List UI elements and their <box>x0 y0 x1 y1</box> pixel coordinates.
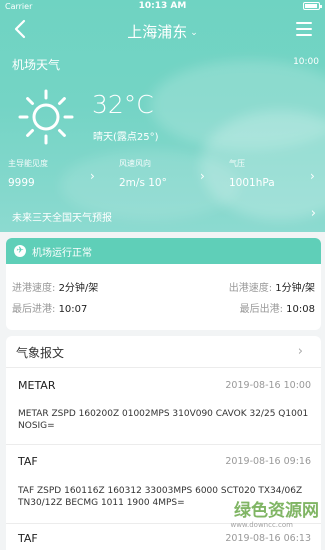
forecast-link[interactable]: 未来三天全国天气预报 <box>12 209 112 224</box>
divider <box>6 367 321 368</box>
battery-icon <box>303 2 322 10</box>
sun-icon <box>18 89 74 145</box>
weather-condition: 晴天(露点25°) <box>93 132 159 143</box>
operations-status: 机场运行正常 <box>32 247 92 259</box>
city-name: 上海浦东 <box>127 23 188 41</box>
metric-value: 2m/s 10° <box>119 177 167 189</box>
nav-bar: 上海浦东 ⌄ <box>0 12 325 48</box>
weather-hero: Carrier 10:13 AM 上海浦东 ⌄ 机场天气 10:00 32°C 晴… <box>0 0 325 232</box>
divider <box>6 444 321 445</box>
arrival-speed-label: 进港速度: <box>12 283 56 294</box>
temperature: 32°C <box>92 90 154 119</box>
arrival-speed-value: 2分钟/架 <box>58 283 99 294</box>
metric-label: 气压 <box>229 159 245 168</box>
report-type: METAR <box>18 379 56 392</box>
watermark-logo: 绿色资源网 www.downcc.com <box>229 496 319 536</box>
section-title-airport-weather: 机场天气 <box>12 58 61 72</box>
departure-speed: 出港速度: 1分钟/架 <box>229 279 315 294</box>
metric-pressure[interactable]: 气压 1001hPa <box>229 158 275 189</box>
departure-speed-value: 1分钟/架 <box>275 283 315 294</box>
chevron-down-icon: ⌄ <box>190 27 198 38</box>
status-bar: Carrier 10:13 AM <box>0 0 325 12</box>
last-departure: 最后出港: 10:08 <box>240 300 315 315</box>
last-arrival-label: 最后进港: <box>12 304 56 315</box>
report-time: 2019-08-16 10:00 <box>225 380 311 391</box>
chevron-right-icon: › <box>310 169 315 183</box>
report-type: TAF <box>18 532 38 545</box>
arrival-speed: 进港速度: 2分钟/架 <box>12 279 98 294</box>
metric-label: 主导能见度 <box>8 159 48 168</box>
report-type: TAF <box>18 455 38 468</box>
metric-visibility[interactable]: 主导能见度 9999 <box>8 158 48 189</box>
metric-value: 1001hPa <box>229 177 275 189</box>
watermark-title: 绿色资源网 <box>234 501 319 521</box>
reports-title[interactable]: 气象报文 <box>16 344 64 361</box>
weather-metrics: 主导能见度 9999 › 风速风向 2m/s 10° › 气压 1001hPa … <box>0 158 325 198</box>
watermark-url: www.downcc.com <box>230 521 293 529</box>
metric-value: 9999 <box>8 177 35 189</box>
last-departure-value: 10:08 <box>286 304 315 315</box>
chevron-right-icon[interactable]: › <box>311 206 316 221</box>
status-time: 10:13 AM <box>138 1 187 11</box>
airport-operations-card: ✈ 机场运行正常 进港速度: 2分钟/架 出港速度: 1分钟/架 最后进港: 1… <box>6 238 321 330</box>
metric-label: 风速风向 <box>119 159 151 168</box>
report-time: 2019-08-16 09:16 <box>225 456 311 467</box>
plane-icon: ✈ <box>14 245 26 257</box>
menu-icon[interactable] <box>296 22 312 36</box>
departure-speed-label: 出港速度: <box>228 283 273 294</box>
report-text: METAR ZSPD 160200Z 01002MPS 310V090 CAVO… <box>18 409 309 431</box>
update-time: 10:00 <box>293 57 319 67</box>
chevron-right-icon[interactable]: › <box>298 344 303 359</box>
chevron-right-icon: › <box>200 169 205 183</box>
last-arrival: 最后进港: 10:07 <box>12 300 87 315</box>
last-arrival-value: 10:07 <box>58 304 88 315</box>
operations-status-bar: ✈ 机场运行正常 <box>6 238 321 264</box>
metric-wind[interactable]: 风速风向 2m/s 10° <box>119 158 167 189</box>
city-selector[interactable]: 上海浦东 ⌄ <box>0 21 325 42</box>
last-departure-label: 最后出港: <box>239 304 283 315</box>
chevron-right-icon: › <box>90 169 95 183</box>
